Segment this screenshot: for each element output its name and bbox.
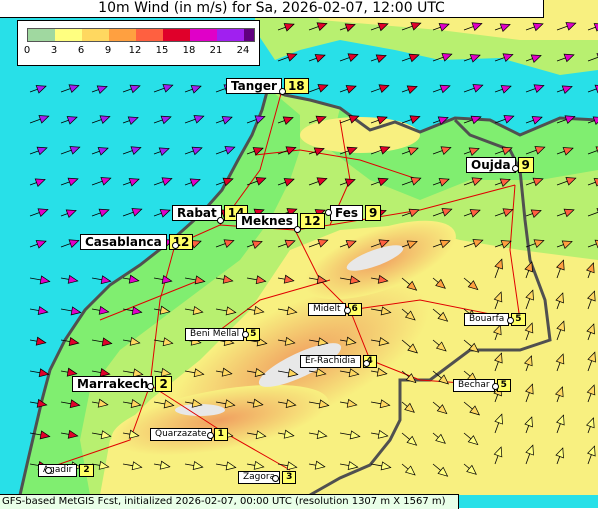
legend-ticks: 0 3 6 9 12 15 18 21 24 (18, 45, 259, 59)
wind-speed-value: 9 (517, 157, 534, 173)
legend-swatch (190, 29, 217, 41)
city-label: Meknes 12 (236, 213, 325, 229)
legend-tick-label: 12 (128, 45, 142, 56)
legend-tick-label: 21 (209, 45, 223, 56)
legend-swatch (244, 29, 254, 41)
city-name: Tanger (226, 78, 282, 94)
legend-tick-label: 18 (182, 45, 196, 56)
city-marker (279, 88, 286, 95)
legend-swatch (28, 29, 55, 41)
city-name: Bouarfa (464, 313, 510, 326)
wind-speed-value: 2 (155, 376, 172, 392)
legend-swatch (163, 29, 190, 41)
wind-speed-value: 9 (365, 205, 382, 221)
city-label: Fes 9 (330, 205, 382, 221)
legend-tick-label: 0 (23, 45, 31, 56)
city-name: Oujda (466, 157, 516, 173)
city-marker (242, 331, 249, 338)
city-name: Bechar (453, 379, 495, 392)
city-label: Beni Mellal 5 (185, 328, 261, 341)
wind-speed-value: 1 (213, 428, 228, 441)
city-label: Quarzazate 1 (150, 428, 228, 441)
footer-credit: GFS-based MetGIS Fcst, initialized 2026-… (0, 494, 459, 509)
city-marker (492, 383, 499, 390)
city-name: Casablanca (80, 234, 167, 250)
map-title: 10m Wind (in m/s) for Sa, 2026-02-07, 12… (0, 0, 544, 18)
city-name: Midelt (308, 303, 346, 316)
legend-color-bar (27, 28, 255, 42)
legend-tick-label: 24 (236, 45, 250, 56)
city-name: Er-Rachidia (300, 355, 361, 368)
city-name: Meknes (236, 213, 298, 229)
legend-swatch (217, 29, 244, 41)
city-label: Tanger 18 (226, 78, 309, 94)
city-name: Quarzazate (150, 428, 212, 441)
city-name: Fes (330, 205, 363, 221)
wind-map (0, 0, 598, 508)
legend-tick-label: 15 (155, 45, 169, 56)
wind-speed-value: 12 (299, 213, 325, 229)
city-marker (207, 432, 214, 439)
wind-speed-value: 18 (283, 78, 309, 94)
city-marker (344, 307, 351, 314)
city-marker (512, 165, 519, 172)
legend-swatch (82, 29, 109, 41)
city-label: Bouarfa 5 (464, 313, 526, 326)
city-label: Marrakech 2 (72, 376, 172, 392)
city-label: Midelt 6 (308, 303, 362, 316)
city-name: Beni Mellal (185, 328, 245, 341)
city-marker (147, 383, 154, 390)
city-marker (507, 317, 514, 324)
city-name: Rabat (172, 205, 222, 221)
city-marker (172, 242, 179, 249)
wind-speed-value: 2 (79, 464, 94, 477)
city-name: Agadir (38, 464, 78, 477)
legend-swatch (109, 29, 136, 41)
legend-tick-label: 6 (77, 45, 85, 56)
legend: 0 3 6 9 12 15 18 21 24 (17, 20, 260, 66)
city-marker (294, 226, 301, 233)
city-marker (272, 475, 279, 482)
city-marker (45, 467, 52, 474)
city-marker (363, 360, 370, 367)
legend-tick-label: 9 (104, 45, 112, 56)
legend-tick-label: 3 (50, 45, 58, 56)
city-label: Oujda 9 (466, 157, 534, 173)
city-label: Bechar 5 (453, 379, 511, 392)
city-marker (217, 217, 224, 224)
city-name: Marrakech (72, 376, 154, 392)
legend-swatch (136, 29, 163, 41)
city-marker (325, 209, 332, 216)
legend-swatch (55, 29, 82, 41)
city-label: Zagora 3 (238, 471, 297, 484)
wind-speed-value: 3 (282, 471, 297, 484)
